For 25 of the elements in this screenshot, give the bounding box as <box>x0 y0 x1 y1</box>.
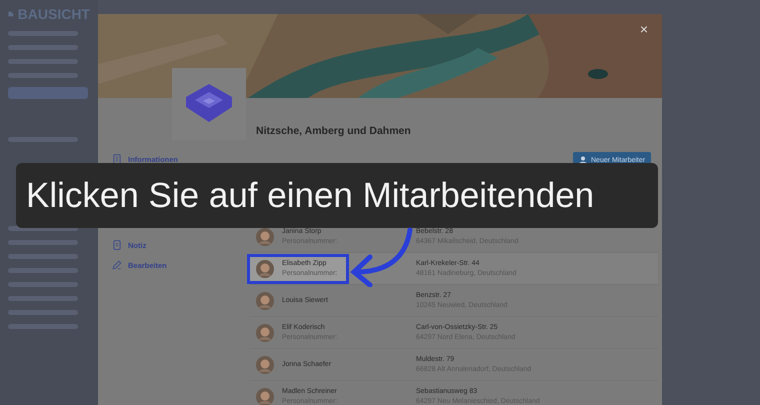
company-name: Nitzsche, Amberg und Dahmen <box>256 125 411 137</box>
sidebar-item[interactable] <box>8 137 78 142</box>
sidebar-item[interactable] <box>8 31 78 36</box>
sidebar-item[interactable] <box>8 73 78 78</box>
avatar-icon <box>256 260 274 278</box>
sidebar-item[interactable] <box>8 296 78 301</box>
sidebar-item[interactable] <box>8 87 88 99</box>
sidebar-item[interactable] <box>8 268 78 273</box>
avatar-icon <box>256 356 274 374</box>
sidebar-item[interactable] <box>8 240 78 245</box>
sidebar-item[interactable] <box>8 310 78 315</box>
avatar-icon <box>256 324 274 342</box>
avatar-icon <box>256 388 274 405</box>
instruction-tooltip: Klicken Sie auf einen Mitarbeitenden <box>16 163 658 228</box>
sidebar-item[interactable] <box>8 324 78 329</box>
avatar-icon <box>256 228 274 246</box>
document-icon <box>112 240 122 250</box>
pencil-icon <box>112 260 122 270</box>
sidebar-item[interactable] <box>8 59 78 64</box>
sidebar-item[interactable] <box>8 254 78 259</box>
sidebar-item[interactable] <box>8 282 78 287</box>
close-button[interactable]: × <box>634 20 654 38</box>
document-icon <box>112 154 122 164</box>
sidebar-item[interactable] <box>8 45 78 50</box>
avatar-icon <box>256 292 274 310</box>
